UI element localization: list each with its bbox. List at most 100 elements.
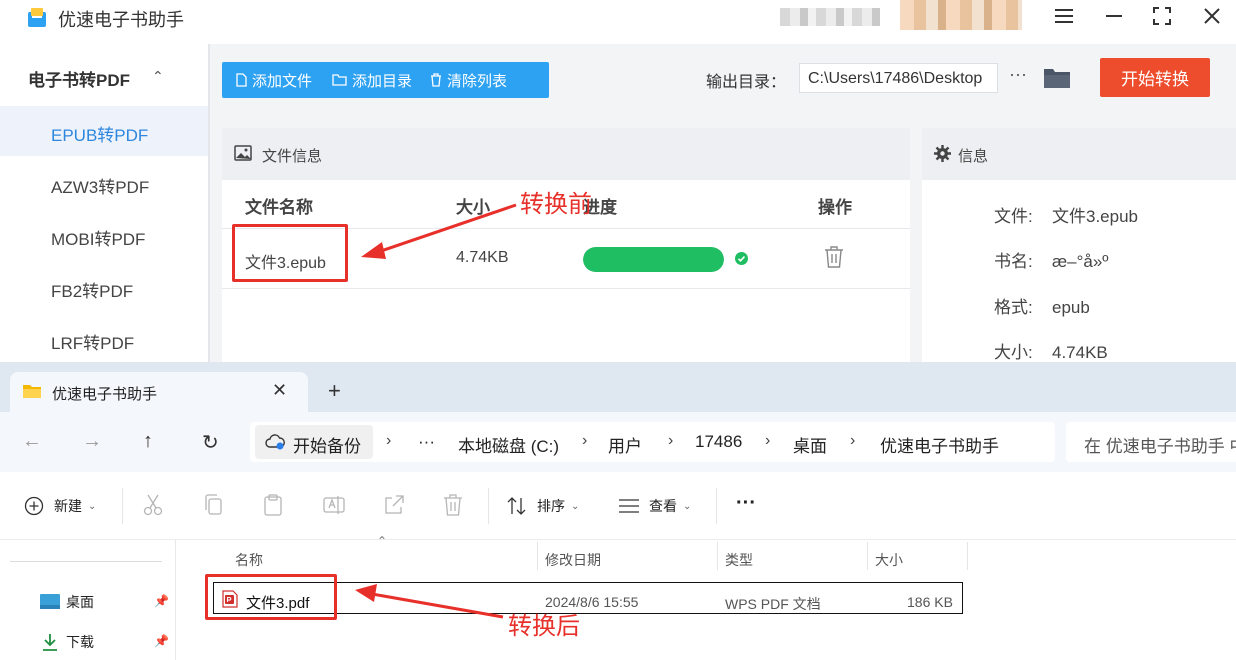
sidebar-item-label: MOBI转PDF xyxy=(51,230,146,249)
desktop-icon xyxy=(40,594,60,609)
up-arrow-icon[interactable]: ↑ xyxy=(143,430,153,453)
file-size-cell: 4.74KB xyxy=(456,249,509,266)
pin-icon[interactable]: 📌 xyxy=(154,634,169,648)
clear-list-label: 清除列表 xyxy=(447,72,508,90)
chevron-right-icon: › xyxy=(582,432,588,449)
sort-label: 排序 xyxy=(537,498,565,514)
start-convert-button[interactable]: 开始转换 xyxy=(1100,58,1210,97)
sidebar-item-azw3-to-pdf[interactable]: AZW3转PDF xyxy=(0,158,208,208)
menu-icon[interactable] xyxy=(1046,2,1082,30)
add-folder-label: 添加目录 xyxy=(352,72,413,90)
cut-icon[interactable] xyxy=(143,494,163,516)
explorer-tab-title: 优速电子书助手 xyxy=(52,386,158,403)
nav-item-label: 桌面 xyxy=(66,594,94,610)
info-value: epub xyxy=(1052,298,1090,317)
pin-icon[interactable]: 📌 xyxy=(154,594,169,608)
tab-close-icon[interactable]: ✕ xyxy=(272,380,287,401)
info-row-format: 格式: epub xyxy=(994,293,1090,318)
rename-icon[interactable] xyxy=(323,494,345,516)
nav-item-desktop[interactable]: 桌面 xyxy=(40,592,94,612)
info-value: æ–°å»º xyxy=(1052,252,1109,271)
progress-bar xyxy=(583,247,724,272)
file-type: WPS PDF 文档 xyxy=(725,596,821,612)
breadcrumb-user[interactable]: 17486 xyxy=(695,432,742,452)
sidebar-item-mobi-to-pdf[interactable]: MOBI转PDF xyxy=(0,210,208,260)
view-button[interactable]: 查看 ⌄ xyxy=(619,496,691,516)
breadcrumb[interactable]: 开始备份 › ··· 本地磁盘 (C:) › 用户 › 17486 › 桌面 ›… xyxy=(250,422,1055,462)
open-folder-icon[interactable] xyxy=(1043,66,1071,90)
column-header-type[interactable]: 类型 xyxy=(725,550,753,570)
delete-icon[interactable] xyxy=(443,494,463,516)
file-info-header: 文件信息 xyxy=(222,128,910,180)
info-key: 书名: xyxy=(994,252,1033,271)
paste-icon[interactable] xyxy=(263,494,283,516)
file-size: 186 KB xyxy=(907,594,953,610)
forward-arrow-icon[interactable]: → xyxy=(82,430,102,453)
maximize-icon[interactable] xyxy=(1144,2,1180,30)
chevron-right-icon: › xyxy=(850,432,856,449)
app-logo-icon xyxy=(28,8,46,27)
more-options-button[interactable]: ··· xyxy=(1006,64,1030,90)
sidebar-item-lrf-to-pdf[interactable]: LRF转PDF xyxy=(0,314,208,364)
breadcrumb-more[interactable]: ··· xyxy=(418,432,435,452)
app-title: 优速电子书助手 xyxy=(58,10,184,30)
info-value: 4.74KB xyxy=(1052,343,1108,362)
new-tab-button[interactable]: + xyxy=(328,380,341,402)
column-header-name[interactable]: 名称 xyxy=(235,550,263,570)
blurred-avatar xyxy=(900,0,1022,30)
share-icon[interactable] xyxy=(383,494,405,516)
column-header-modified[interactable]: 修改日期 xyxy=(545,550,601,570)
column-header-size[interactable]: 大小 xyxy=(875,550,903,570)
sidebar-item-fb2-to-pdf[interactable]: FB2转PDF xyxy=(0,262,208,312)
view-list-icon xyxy=(619,499,639,513)
command-divider xyxy=(488,488,489,524)
navigation-pane: 桌面 📌 下载 📌 xyxy=(0,540,176,660)
new-button[interactable]: 新建 ⌄ xyxy=(24,496,96,516)
breadcrumb-current-folder[interactable]: 优速电子书助手 xyxy=(880,432,999,457)
delete-trash-icon[interactable] xyxy=(824,246,844,268)
info-header: 信息 xyxy=(922,128,1236,180)
info-row-file: 文件: 文件3.epub xyxy=(994,202,1138,227)
add-file-label: 添加文件 xyxy=(252,72,313,90)
explorer-tab[interactable]: 优速电子书助手 ✕ xyxy=(10,372,308,412)
sidebar-group-title: 电子书转PDF xyxy=(28,71,130,90)
view-label: 查看 xyxy=(649,498,677,514)
breadcrumb-local-disk[interactable]: 本地磁盘 (C:) xyxy=(458,432,559,457)
clear-list-button[interactable]: 清除列表 xyxy=(424,62,513,98)
annotation-label-after: 转换后 xyxy=(508,613,580,640)
nav-item-downloads[interactable]: 下载 xyxy=(40,632,94,652)
back-arrow-icon[interactable]: ← xyxy=(22,430,42,453)
address-bar-row: ← → ↑ ↻ 开始备份 › ··· 本地磁盘 (C:) › 用户 › 1748… xyxy=(0,412,1236,472)
nav-pane-divider xyxy=(10,561,162,562)
explorer-tab-bar: 优速电子书助手 ✕ + xyxy=(0,362,1236,412)
backup-label: 开始备份 xyxy=(293,437,361,456)
add-file-button[interactable]: 添加文件 xyxy=(222,62,318,98)
blurred-account-info xyxy=(780,8,880,26)
column-header-size: 大小 xyxy=(456,198,490,217)
file-toolbar: 添加文件 添加目录 清除列表 xyxy=(222,62,549,98)
backup-button[interactable]: 开始备份 xyxy=(255,425,373,459)
search-input[interactable]: 在 优速电子书助手 中搜索 xyxy=(1066,422,1236,462)
minimize-icon[interactable] xyxy=(1096,2,1132,30)
check-circle-icon xyxy=(735,252,748,265)
row-divider xyxy=(222,288,910,289)
sort-button[interactable]: 排序 ⌄ xyxy=(507,496,579,516)
refresh-icon[interactable]: ↻ xyxy=(202,430,219,455)
sidebar-item-label: LRF转PDF xyxy=(51,334,135,353)
sidebar-item-epub-to-pdf[interactable]: EPUB转PDF xyxy=(0,106,208,156)
progress-bar-fill xyxy=(583,247,724,272)
more-commands-button[interactable]: ··· xyxy=(736,492,756,515)
output-dir-field[interactable]: C:\Users\17486\Desktop xyxy=(799,63,998,93)
column-divider xyxy=(537,542,538,570)
cloud-backup-icon xyxy=(265,434,285,450)
copy-icon[interactable] xyxy=(203,494,223,516)
add-folder-button[interactable]: 添加目录 xyxy=(326,62,418,98)
file-explorer-window: 优速电子书助手 ✕ + ← → ↑ ↻ 开始备份 › ··· 本地磁盘 (C:)… xyxy=(0,362,1236,660)
column-divider xyxy=(967,542,968,570)
close-icon[interactable] xyxy=(1194,2,1230,30)
info-key: 文件: xyxy=(994,207,1033,226)
breadcrumb-desktop[interactable]: 桌面 xyxy=(793,432,827,457)
output-dir-label: 输出目录： xyxy=(706,74,787,91)
sidebar-group-ebook-to-pdf[interactable]: 电子书转PDF ⌃ xyxy=(0,52,208,102)
breadcrumb-users[interactable]: 用户 xyxy=(608,432,642,457)
